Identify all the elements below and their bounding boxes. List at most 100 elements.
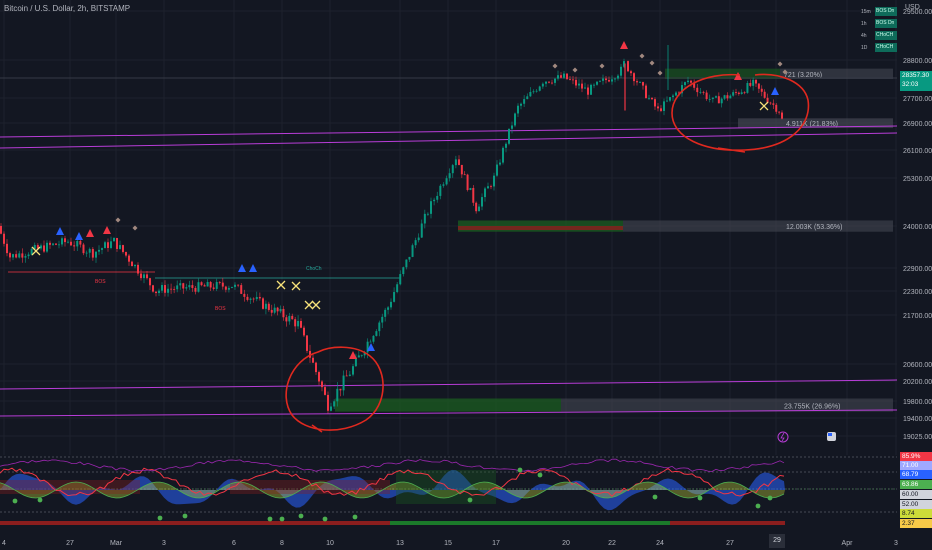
candle-body [52, 243, 54, 245]
candle-body [91, 248, 94, 258]
osc-dot [157, 515, 163, 521]
candle-body [179, 283, 182, 286]
osc-value-label: 8.74 [900, 509, 932, 518]
osc-strip [390, 521, 670, 525]
osc-value-label: 52.00 [900, 500, 932, 509]
candle-body [436, 195, 439, 200]
candle-body [563, 73, 565, 78]
candle-body [155, 291, 157, 294]
candle-body [372, 335, 375, 342]
candle-body [749, 83, 752, 86]
osc-dot [517, 467, 523, 473]
candle-body [642, 82, 644, 86]
candle-body [757, 83, 760, 89]
candle-body [64, 238, 66, 243]
candle-body [164, 285, 166, 293]
candle-body [258, 296, 261, 299]
candle-body [21, 253, 24, 258]
candle-body [426, 213, 429, 215]
candle-body [451, 165, 454, 174]
candle-body [161, 285, 163, 291]
candle-body [732, 92, 735, 96]
osc-zone [0, 480, 140, 494]
candle-body [384, 309, 387, 317]
candle-body [755, 79, 757, 84]
candle-body [660, 108, 662, 111]
candle-body [387, 307, 390, 310]
candle-body [276, 307, 279, 312]
candle-body [740, 92, 743, 94]
candle-body [246, 296, 249, 300]
candle-body [24, 256, 27, 258]
current-date-label: 29 [769, 534, 785, 548]
candle-body [182, 283, 185, 289]
candle-body [405, 259, 408, 268]
candle-body [107, 242, 109, 248]
candle-body [517, 105, 519, 114]
x-tick-label: 17 [492, 540, 500, 547]
osc-dot [767, 495, 773, 501]
candle-body [463, 174, 466, 176]
candle-body [715, 96, 717, 98]
candle-body [439, 185, 442, 196]
candle-body [185, 287, 188, 289]
osc-dot [467, 497, 473, 503]
candle-body [645, 85, 647, 99]
candle-body [188, 285, 191, 288]
candle-body [720, 98, 723, 104]
y-tick-label: 22300.00 [903, 289, 932, 296]
candle-body [282, 308, 285, 318]
candle-body [98, 249, 100, 252]
candle-body [267, 303, 270, 310]
demand-zone [335, 398, 561, 412]
osc-strip [0, 521, 390, 525]
candle-body [554, 78, 556, 83]
osc-value-label: 68.79 [900, 470, 932, 479]
price-chart[interactable]: 721 (3.20%)4.911K (21.83%)12.003K (53.36… [0, 0, 932, 550]
x-tick-label: 3 [894, 540, 898, 547]
candle-body [696, 87, 699, 93]
x-tick-label: 27 [66, 540, 74, 547]
candle-body [581, 83, 583, 89]
candle-body [149, 278, 151, 286]
candle-body [445, 178, 448, 185]
candle-body [55, 243, 57, 245]
candle-body [3, 233, 5, 244]
candle-body [778, 111, 781, 113]
candle-body [197, 282, 200, 292]
candle-body [67, 241, 69, 243]
candle-body [82, 244, 85, 254]
x-tick-label: 10 [326, 540, 334, 547]
candle-body [249, 298, 252, 300]
candle-body [639, 82, 641, 83]
osc-strip [670, 521, 785, 525]
candle-body [548, 81, 550, 83]
countdown: 32:03 [902, 81, 919, 88]
level-label: 12.003K (53.36%) [786, 224, 842, 231]
osc-dot [182, 513, 188, 519]
structure-label: ChoCh [306, 266, 322, 272]
candle-body [514, 113, 516, 126]
candle-body [499, 162, 501, 165]
current-price-badge: 28357.30 32:03 [900, 71, 932, 91]
candle-body [360, 355, 363, 357]
candle-body [723, 95, 726, 99]
candle-body [654, 99, 656, 107]
candle-body [769, 102, 772, 104]
candle-body [215, 282, 218, 289]
candle-body [381, 316, 384, 323]
level-label: 23.755K (26.96%) [784, 403, 840, 410]
candle-body [125, 251, 127, 256]
candle-body [420, 223, 423, 238]
candle-body [684, 82, 686, 86]
candle-body [255, 296, 258, 300]
candle-body [393, 292, 396, 302]
candle-body [375, 331, 378, 336]
candle-body [369, 341, 372, 343]
candle-body [496, 164, 498, 176]
candle-body [49, 242, 51, 245]
candle-body [560, 75, 562, 78]
candle-body [327, 394, 329, 411]
range-zone [623, 220, 893, 232]
candle-body [430, 201, 432, 214]
